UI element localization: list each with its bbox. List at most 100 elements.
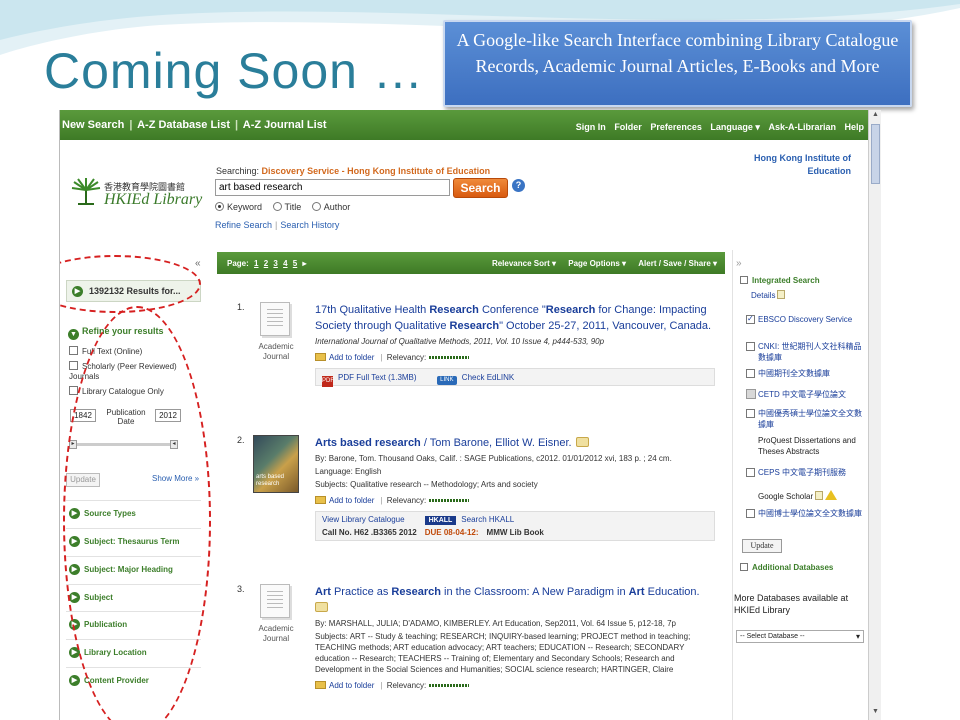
hkall-logo-icon: HKALL	[424, 516, 457, 525]
nav-sign-in[interactable]: Sign In	[576, 122, 606, 132]
refine-links: Refine Search | Search History	[215, 220, 340, 230]
checkbox-icon[interactable]	[746, 342, 755, 351]
result-subjects: Subjects: ART -- Study & teaching; RESEA…	[315, 632, 691, 674]
results-toolbar: Page: 1 2 3 4 5 ▸ Relevance Sort ▾ Page …	[217, 252, 725, 274]
result-actions: Add to folder | Relevancy:	[315, 353, 715, 362]
result-type[interactable]: Academic Journal	[253, 302, 299, 362]
alert-save-share-dropdown[interactable]: Alert / Save / Share ▾	[638, 259, 717, 268]
result-byline: By: MARSHALL, JULIA; D'ADAMO, KIMBERLEY.…	[315, 619, 676, 628]
edlink-icon: LINK	[436, 376, 457, 385]
db-ceps[interactable]: CEPS 中文電子期刊服務	[746, 467, 866, 478]
nav-az-journal-list[interactable]: A-Z Journal List	[243, 119, 327, 131]
checkbox-icon[interactable]	[746, 409, 755, 418]
catalogue-box: View Library Catalogue HKALL Search HKALL …	[315, 511, 715, 541]
check-edlink-link[interactable]: Check EdLINK	[462, 373, 514, 382]
nav-help[interactable]: Help	[844, 122, 864, 132]
radio-selected-icon[interactable]	[215, 202, 224, 211]
result-type[interactable]: Academic Journal	[253, 584, 299, 644]
relevancy-bar	[429, 684, 470, 687]
db-proquest[interactable]: ProQuest Dissertations and Theses Abstra…	[746, 435, 866, 457]
db-ebsco[interactable]: EBSCO Discovery Service	[746, 314, 866, 325]
radio-icon[interactable]	[272, 202, 282, 211]
db-cnki[interactable]: CNKI: 世紀期刊人文社科精品數據庫	[746, 341, 866, 363]
integrated-update-button[interactable]: Update	[742, 539, 782, 553]
checkbox-icon[interactable]	[746, 509, 755, 518]
nav-preferences[interactable]: Preferences	[650, 122, 702, 132]
radio-author[interactable]: Author	[311, 202, 350, 212]
slide-title: Coming Soon …	[44, 43, 424, 99]
page-options-dropdown[interactable]: Page Options ▾	[568, 259, 626, 268]
db-cetd[interactable]: CETD 中文電子學位論文	[746, 389, 866, 400]
checkbox-icon[interactable]	[746, 369, 755, 378]
collapse-arrow-icon[interactable]: ▼	[68, 329, 79, 340]
search-history-link[interactable]: Search History	[280, 220, 339, 230]
collapse-left-icon[interactable]: «	[195, 258, 201, 269]
relevance-sort-dropdown[interactable]: Relevance Sort ▾	[492, 259, 556, 268]
add-to-folder-link[interactable]: Add to folder	[329, 681, 374, 690]
result-title[interactable]: 17th Qualitative Health Research Confere…	[315, 302, 715, 334]
integrated-search-heading[interactable]: Integrated Search	[740, 276, 820, 285]
db-cjfd[interactable]: 中國期刊全文數據庫	[746, 368, 866, 379]
logo-english-text: HKIEd Library	[104, 191, 203, 208]
result-byline: By: Barone, Tom. Thousand Oaks, Calif. :…	[315, 454, 672, 463]
add-to-folder-link[interactable]: Add to folder	[329, 353, 374, 362]
vertical-scrollbar[interactable]: ▲ ▼	[868, 110, 881, 720]
nav-az-database-list[interactable]: A-Z Database List	[137, 119, 230, 131]
collapse-right-icon[interactable]: »	[736, 258, 742, 269]
search-button[interactable]: Search	[453, 178, 508, 198]
book-cover-image[interactable]: arts based research	[253, 435, 299, 493]
checkbox-checked-icon[interactable]	[746, 315, 755, 324]
db-masters[interactable]: 中國優秀碩士學位論文全文數據庫	[746, 408, 866, 430]
collapse-box-icon[interactable]	[740, 276, 748, 284]
db-doctoral[interactable]: 中國博士學位論文全文數據庫	[746, 508, 866, 519]
page-link[interactable]: 1	[254, 259, 258, 268]
preview-magnifier-icon[interactable]	[315, 602, 328, 612]
scrollbar-thumb[interactable]	[871, 124, 880, 184]
view-library-catalogue-link[interactable]: View Library Catalogue	[322, 515, 405, 524]
page-link[interactable]: 5	[293, 259, 297, 268]
result-title[interactable]: Art Practice as Research in the Classroo…	[315, 584, 715, 616]
result-title[interactable]: Arts based research / Tom Barone, Elliot…	[315, 435, 715, 451]
searching-source: Discovery Service - Hong Kong Institute …	[261, 166, 491, 176]
relevancy-bar	[429, 499, 470, 502]
search-hkall-link[interactable]: Search HKALL	[461, 515, 514, 524]
nav-folder[interactable]: Folder	[614, 122, 642, 132]
journal-document-icon	[260, 584, 290, 618]
radio-icon[interactable]	[311, 202, 321, 211]
checkbox-icon[interactable]	[69, 361, 78, 370]
checkbox-icon[interactable]	[69, 346, 78, 355]
pdf-full-text-link[interactable]: PDF Full Text (1.3MB)	[338, 373, 417, 382]
next-page-icon[interactable]: ▸	[302, 259, 306, 268]
scroll-down-arrow-icon[interactable]: ▼	[871, 708, 880, 718]
result-source: International Journal of Qualitative Met…	[315, 337, 605, 346]
radio-keyword[interactable]: Keyword	[215, 202, 262, 212]
nav-new-search[interactable]: New Search	[62, 119, 124, 131]
page-link[interactable]: 3	[273, 259, 277, 268]
preview-magnifier-icon[interactable]	[575, 437, 589, 447]
page-link[interactable]: 4	[283, 259, 287, 268]
book-cover[interactable]: arts based research	[253, 435, 299, 493]
select-database-dropdown[interactable]: -- Select Database --	[736, 630, 864, 643]
page-link[interactable]: 2	[264, 259, 268, 268]
hkied-library-logo[interactable]: 香港教育學院圖書館 HKIEd Library	[70, 176, 205, 212]
search-input[interactable]	[215, 179, 450, 196]
additional-databases-heading[interactable]: Additional Databases	[740, 563, 833, 572]
warning-icon	[825, 490, 838, 500]
radio-title[interactable]: Title	[272, 202, 301, 212]
details-link[interactable]: Details	[751, 290, 786, 300]
add-to-folder-link[interactable]: Add to folder	[329, 496, 374, 505]
refine-search-link[interactable]: Refine Search	[215, 220, 272, 230]
institution-name[interactable]: Hong Kong Institute of Education	[731, 152, 851, 178]
help-icon[interactable]: ?	[512, 179, 525, 192]
db-google-scholar[interactable]: Google Scholar	[746, 490, 866, 502]
nav-language[interactable]: Language ▾	[710, 122, 760, 132]
note-icon	[815, 491, 824, 500]
collapse-box-icon[interactable]	[740, 563, 748, 571]
callout-box: A Google-like Search Interface combining…	[443, 20, 912, 107]
scroll-up-arrow-icon[interactable]: ▲	[871, 111, 880, 121]
result-actions: Add to folder | Relevancy:	[315, 681, 715, 690]
nav-ask-a-librarian[interactable]: Ask-A-Librarian	[768, 122, 836, 132]
checkbox-icon[interactable]	[746, 468, 755, 477]
expand-arrow-icon: ▶	[69, 675, 80, 686]
folder-icon	[315, 496, 326, 504]
